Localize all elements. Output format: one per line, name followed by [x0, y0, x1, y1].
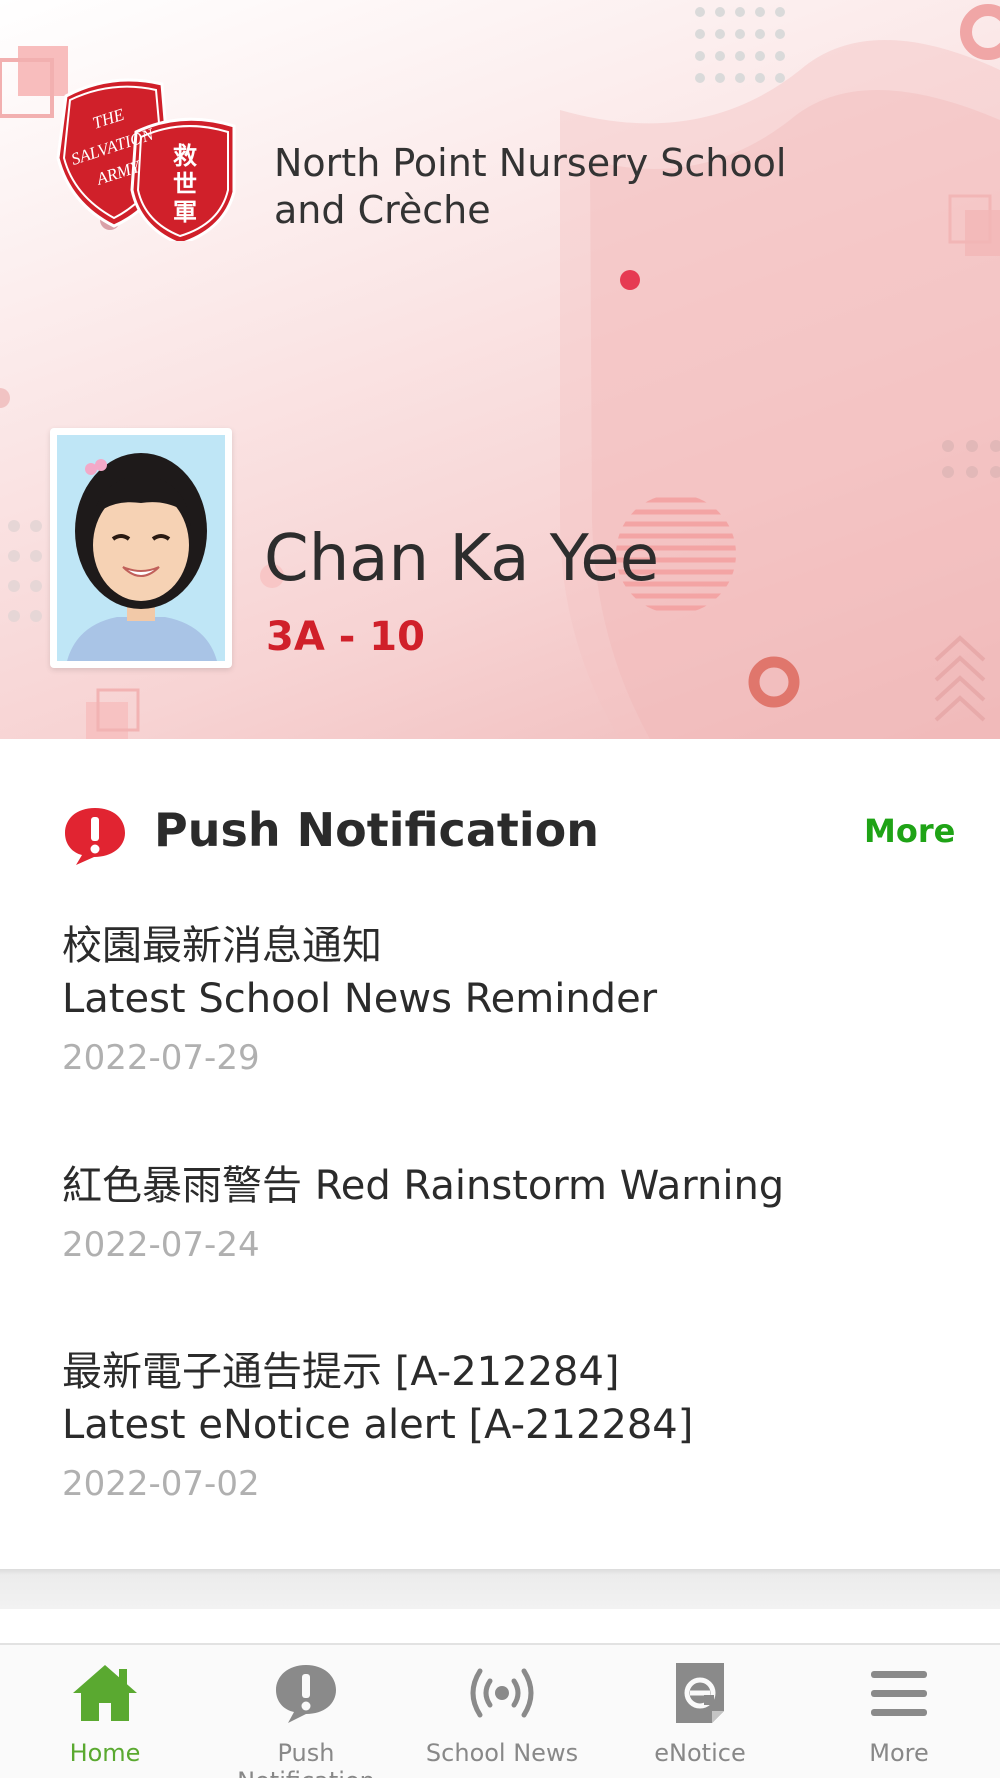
nav-label-more: More	[869, 1739, 929, 1767]
card-gap	[0, 1609, 1000, 1643]
nav-label-push-notification: Push Notification	[237, 1739, 375, 1778]
school-name-line1: North Point Nursery School	[274, 141, 787, 185]
school-name-line2: and Crèche	[274, 188, 491, 232]
nav-label-school-news: School News	[425, 1739, 579, 1767]
section-title: Push Notification	[154, 803, 599, 857]
enotice-icon	[676, 1663, 724, 1723]
notification-item-0[interactable]: 校園最新消息通知 Latest School News Reminder 202…	[62, 920, 942, 1078]
notification-date: 2022-07-24	[62, 1225, 260, 1265]
card-divider	[0, 1569, 1000, 1609]
nav-item-push-notification[interactable]: Push Notification	[210, 1645, 402, 1778]
push-notification-icon	[276, 1665, 336, 1723]
more-link[interactable]: More	[864, 812, 955, 850]
nav-item-more[interactable]: More	[798, 1645, 1000, 1778]
notification-title: 最新電子通告提示 [A-212284] Latest eNotice alert…	[62, 1349, 694, 1448]
notification-date: 2022-07-02	[62, 1464, 260, 1504]
svg-text:救: 救	[173, 142, 197, 170]
student-photo	[57, 435, 225, 661]
svg-text:軍: 軍	[173, 198, 197, 226]
nav-label-home: Home	[69, 1739, 141, 1767]
broadcast-icon	[470, 1668, 534, 1718]
menu-icon	[871, 1671, 927, 1716]
student-name: Chan Ka Yee	[264, 522, 660, 596]
nav-label-enotice: eNotice	[654, 1739, 746, 1767]
notification-date: 2022-07-29	[62, 1038, 260, 1078]
notification-item-1[interactable]: 紅色暴雨警告 Red Rainstorm Warning 2022-07-24	[62, 1160, 942, 1265]
salvation-army-logo: THE SALVATION ARMY 救 世 軍	[56, 78, 236, 241]
nav-item-home[interactable]: Home	[0, 1645, 210, 1778]
nav-item-enotice[interactable]: eNotice	[602, 1645, 798, 1778]
school-name: North Point Nursery School and Crèche	[274, 140, 834, 234]
push-notification-icon	[65, 808, 125, 865]
profile-header: THE SALVATION ARMY 救 世 軍 North Point Nur…	[0, 0, 1000, 739]
student-class: 3A - 10	[266, 614, 425, 660]
notification-title: 紅色暴雨警告 Red Rainstorm Warning	[62, 1163, 785, 1209]
home-icon	[73, 1665, 137, 1721]
bottom-nav: Home Push Notification School News eNoti…	[0, 1643, 1000, 1778]
svg-text:世: 世	[173, 170, 197, 198]
notification-title: 校園最新消息通知 Latest School News Reminder	[62, 923, 658, 1022]
student-photo-frame[interactable]	[50, 428, 232, 668]
nav-item-school-news[interactable]: School News	[402, 1645, 602, 1778]
notification-item-2[interactable]: 最新電子通告提示 [A-212284] Latest eNotice alert…	[62, 1346, 942, 1504]
